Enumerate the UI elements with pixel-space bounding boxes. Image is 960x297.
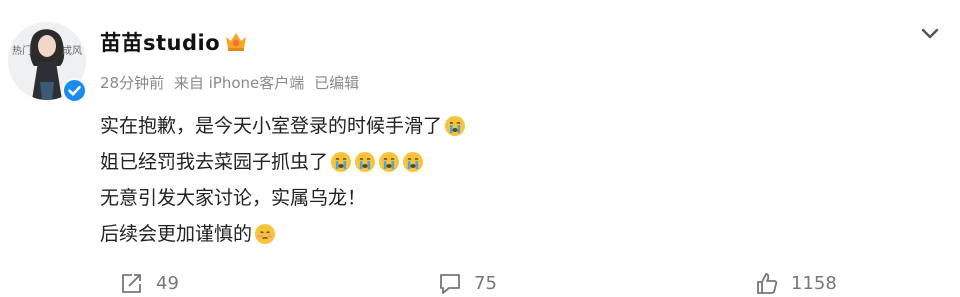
verified-badge-icon [62,78,87,103]
like-button[interactable]: 1158 [755,272,837,294]
post-source: 来自 iPhone客户端 [173,74,305,92]
crying-face-icon [444,115,466,137]
avatar-text-left: 热门 [12,44,32,57]
comment-count: 75 [474,272,497,294]
post-content: 实在抱歉，是今天小室登录的时候手滑了 姐已经罚我去菜园子抓虫了 无意引发大家讨论… [100,108,466,252]
avatar-text-right: 成风 [62,45,82,57]
post-time[interactable]: 28分钟前 [100,74,164,92]
crying-face-icon [330,151,352,173]
chevron-down-icon[interactable] [918,26,942,42]
content-line-1: 实在抱歉，是今天小室登录的时候手滑了 [100,108,466,144]
flushed-face-icon [254,223,276,245]
username[interactable]: 苗苗studio [100,27,220,57]
repost-count: 49 [156,272,179,294]
action-bar: 49 75 1158 [0,268,960,297]
content-text-2: 姐已经罚我去菜园子抓虫了 [100,151,329,173]
crying-face-icon [402,151,424,173]
content-text-1: 实在抱歉，是今天小室登录的时候手滑了 [100,115,443,137]
content-text-4: 后续会更加谨慎的 [100,223,253,245]
vip-crown-icon [226,33,246,51]
repost-icon [122,274,141,293]
crying-face-icon [354,151,376,173]
post-meta: 28分钟前 来自 iPhone客户端 已编辑 [100,72,364,93]
thumbs-up-icon [757,273,778,294]
comment-button[interactable]: 75 [438,272,497,294]
content-text-3: 无意引发大家讨论，实属乌龙！ [100,187,367,209]
content-line-3: 无意引发大家讨论，实属乌龙！ [100,180,466,216]
repost-button[interactable]: 49 [120,272,179,294]
crying-face-icon [378,151,400,173]
content-line-2: 姐已经罚我去菜园子抓虫了 [100,144,466,180]
content-line-4: 后续会更加谨慎的 [100,216,466,252]
comment-icon [440,274,460,294]
like-count: 1158 [791,272,837,294]
weibo-post: 热门 成风 苗苗studio 28分钟前 来自 iPhone客户端 已编辑 实在… [0,0,960,297]
edited-label[interactable]: 已编辑 [314,74,359,92]
